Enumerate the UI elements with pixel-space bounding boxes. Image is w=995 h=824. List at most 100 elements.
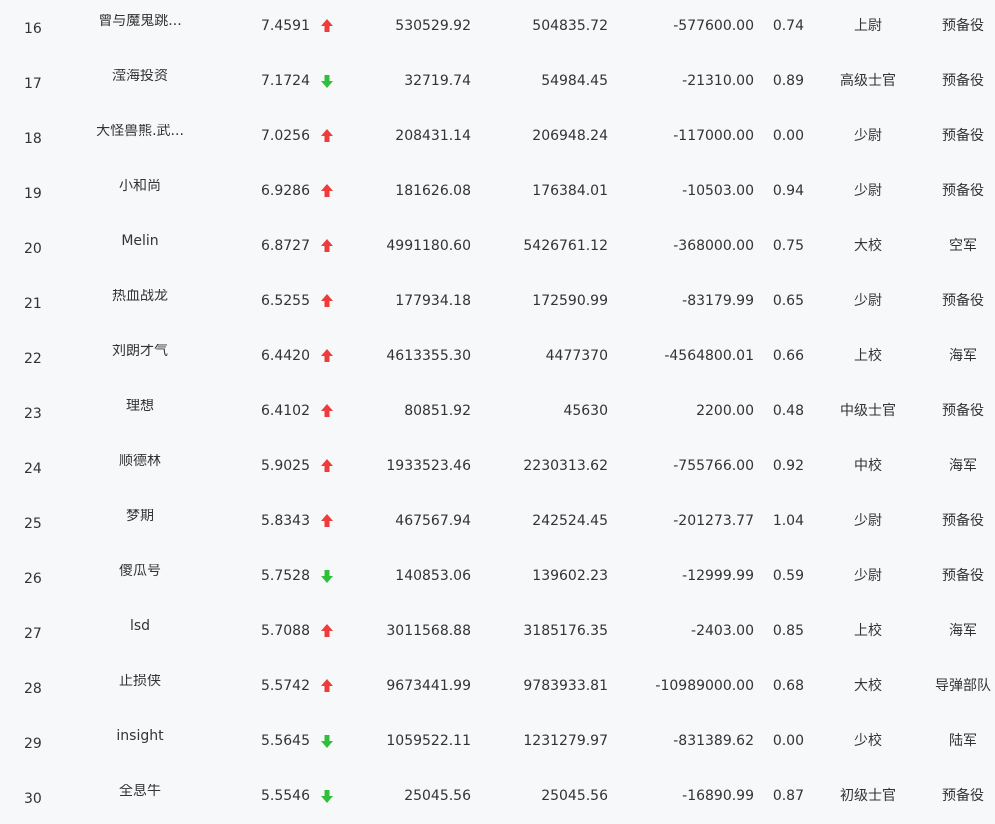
value-1-cell: 9673441.99: [386, 678, 471, 694]
value-3-cell: -831389.62: [673, 733, 754, 749]
score-cell: 7.4591: [261, 18, 310, 34]
branch-cell: 预备役: [942, 513, 984, 529]
value-2-cell: 45630: [563, 403, 608, 419]
table-row[interactable]: 27 lsd 5.7088 3011568.88 3185176.35 -2403.00 0…: [0, 603, 995, 658]
arrow-up-icon: [320, 623, 334, 639]
value-3-cell: -4564800.01: [664, 348, 754, 364]
arrow-down-icon: [320, 73, 334, 89]
value-3-cell: -755766.00: [673, 458, 754, 474]
value-2-cell: 242524.45: [532, 513, 608, 529]
table-row[interactable]: 29 insight 5.5645 1059522.11 1231279.97 -8313…: [0, 713, 995, 768]
value-1-cell: 3011568.88: [386, 623, 471, 639]
military-rank-cell: 初级士官: [840, 788, 896, 804]
value-1-cell: 467567.94: [395, 513, 471, 529]
value-2-cell: 4477370: [545, 348, 608, 364]
table-row[interactable]: 17 滢海投资 7.1724 32719.74 54984.45 -21310.00 0.8…: [0, 53, 995, 108]
military-rank-cell: 少尉: [854, 513, 882, 529]
military-rank-cell: 高级士官: [840, 73, 896, 89]
branch-cell: 海军: [949, 348, 977, 364]
value-3-cell: -16890.99: [682, 788, 754, 804]
rank-cell: 22: [24, 351, 42, 367]
branch-cell: 预备役: [942, 403, 984, 419]
table-row[interactable]: 23 理想 6.4102 80851.92 45630 2200.00 0.48 中级士官 预备…: [0, 383, 995, 438]
name-cell[interactable]: 刘朗才气: [92, 344, 188, 358]
rank-cell: 17: [24, 76, 42, 92]
arrow-up-icon: [320, 18, 334, 34]
arrow-up-icon: [320, 403, 334, 419]
score-cell: 5.5645: [261, 733, 310, 749]
branch-cell: 预备役: [942, 788, 984, 804]
name-cell[interactable]: 大怪兽熊.武...: [92, 124, 188, 138]
military-rank-cell: 大校: [854, 238, 882, 254]
value-2-cell: 25045.56: [541, 788, 608, 804]
name-cell[interactable]: lsd: [92, 619, 188, 633]
table-row[interactable]: 30 全息牛 5.5546 25045.56 25045.56 -16890.99 0.87…: [0, 768, 995, 823]
value-1-cell: 530529.92: [395, 18, 471, 34]
rank-cell: 23: [24, 406, 42, 422]
table-row[interactable]: 18 大怪兽熊.武... 7.0256 208431.14 206948.24 -1170…: [0, 108, 995, 163]
name-cell[interactable]: 止损侠: [92, 674, 188, 688]
score-cell: 6.9286: [261, 183, 310, 199]
branch-cell: 预备役: [942, 183, 984, 199]
value-3-cell: -10503.00: [682, 183, 754, 199]
rank-cell: 30: [24, 791, 42, 807]
name-cell[interactable]: 顺德林: [92, 454, 188, 468]
military-rank-cell: 少尉: [854, 183, 882, 199]
score-cell: 5.7528: [261, 568, 310, 584]
name-cell[interactable]: Melin: [92, 234, 188, 248]
military-rank-cell: 上校: [854, 348, 882, 364]
arrow-up-icon: [320, 128, 334, 144]
rank-cell: 24: [24, 461, 42, 477]
military-rank-cell: 少尉: [854, 293, 882, 309]
military-rank-cell: 中级士官: [840, 403, 896, 419]
military-rank-cell: 少校: [854, 733, 882, 749]
value-1-cell: 140853.06: [395, 568, 471, 584]
value-4-cell: 0.00: [772, 128, 804, 144]
score-cell: 7.1724: [261, 73, 310, 89]
value-4-cell: 0.00: [772, 733, 804, 749]
value-2-cell: 1231279.97: [523, 733, 608, 749]
military-rank-cell: 中校: [854, 458, 882, 474]
name-cell[interactable]: insight: [92, 729, 188, 743]
table-row[interactable]: 19 小和尚 6.9286 181626.08 176384.01 -10503.00 0.…: [0, 163, 995, 218]
table-row[interactable]: 22 刘朗才气 6.4420 4613355.30 4477370 -4564800.01…: [0, 328, 995, 383]
arrow-up-icon: [320, 513, 334, 529]
name-cell[interactable]: 梦期: [92, 509, 188, 523]
value-4-cell: 0.89: [772, 73, 804, 89]
arrow-down-icon: [320, 788, 334, 804]
military-rank-cell: 大校: [854, 678, 882, 694]
value-4-cell: 0.66: [772, 348, 804, 364]
value-3-cell: -2403.00: [691, 623, 754, 639]
name-cell[interactable]: 滢海投资: [92, 69, 188, 83]
value-2-cell: 9783933.81: [523, 678, 608, 694]
table-row[interactable]: 28 止损侠 5.5742 9673441.99 9783933.81 -10989000…: [0, 658, 995, 713]
name-cell[interactable]: 傻瓜号: [92, 564, 188, 578]
score-cell: 6.4102: [261, 403, 310, 419]
table-row[interactable]: 16 曾与魔鬼跳... 7.4591 530529.92 504835.72 -57760…: [0, 0, 995, 53]
table-row[interactable]: 21 热血战龙 6.5255 177934.18 172590.99 -83179.99 0…: [0, 273, 995, 328]
name-cell[interactable]: 小和尚: [92, 179, 188, 193]
military-rank-cell: 上尉: [854, 18, 882, 34]
table-row[interactable]: 24 顺德林 5.9025 1933523.46 2230313.62 -755766.0…: [0, 438, 995, 493]
value-1-cell: 1059522.11: [386, 733, 471, 749]
score-cell: 5.5742: [261, 678, 310, 694]
arrow-up-icon: [320, 678, 334, 694]
branch-cell: 预备役: [942, 73, 984, 89]
name-cell[interactable]: 热血战龙: [92, 289, 188, 303]
table-row[interactable]: 26 傻瓜号 5.7528 140853.06 139602.23 -12999.99 0.…: [0, 548, 995, 603]
name-cell[interactable]: 全息牛: [92, 784, 188, 798]
value-3-cell: -117000.00: [673, 128, 754, 144]
arrow-up-icon: [320, 348, 334, 364]
table-row[interactable]: 20 Melin 6.8727 4991180.60 5426761.12 -368000…: [0, 218, 995, 273]
score-cell: 6.5255: [261, 293, 310, 309]
military-rank-cell: 少尉: [854, 128, 882, 144]
rank-cell: 16: [24, 21, 42, 37]
value-1-cell: 1933523.46: [386, 458, 471, 474]
name-cell[interactable]: 理想: [92, 399, 188, 413]
name-cell[interactable]: 曾与魔鬼跳...: [92, 14, 188, 28]
rank-cell: 20: [24, 241, 42, 257]
military-rank-cell: 少尉: [854, 568, 882, 584]
value-1-cell: 4613355.30: [386, 348, 471, 364]
rank-cell: 29: [24, 736, 42, 752]
table-row[interactable]: 25 梦期 5.8343 467567.94 242524.45 -201273.77 1.…: [0, 493, 995, 548]
